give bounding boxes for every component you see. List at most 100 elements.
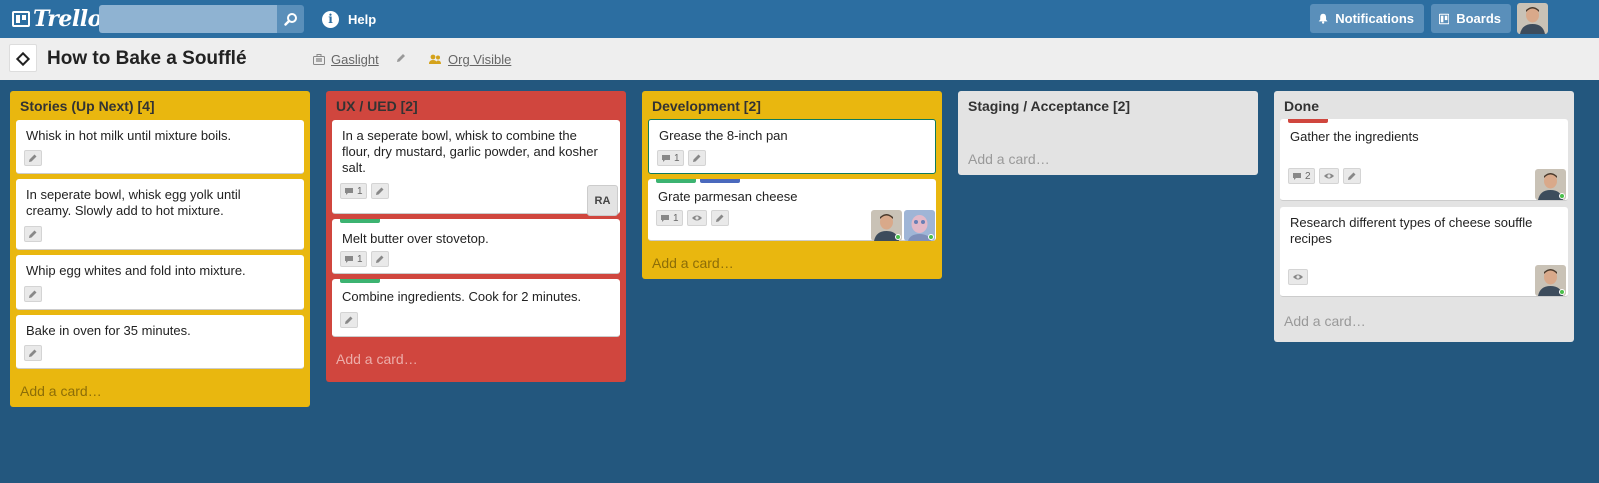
pencil-icon [375, 187, 384, 195]
comment-icon [661, 214, 669, 222]
list-title[interactable]: Done [1284, 98, 1319, 114]
watch-badge[interactable] [686, 210, 707, 226]
search-icon [283, 13, 297, 26]
list-title[interactable]: UX / UED [2] [336, 98, 418, 114]
pencil-icon [29, 154, 37, 162]
comments-badge[interactable]: 1 [340, 183, 367, 199]
watch-badge[interactable] [1288, 269, 1308, 285]
online-status-dot [1559, 289, 1565, 295]
edit-button[interactable] [370, 183, 389, 199]
red-label [1288, 119, 1328, 123]
edit-button[interactable] [24, 286, 42, 302]
comments-badge[interactable]: 2 [1288, 168, 1315, 184]
edit-button[interactable] [370, 251, 389, 267]
card-title: Whisk in hot milk until mixture boils. [26, 128, 232, 143]
member-avatar[interactable] [1535, 169, 1566, 200]
boards-icon [1439, 13, 1450, 24]
list-title[interactable]: Stories (Up Next) [4] [20, 98, 155, 114]
comment-count: 2 [1305, 170, 1311, 182]
add-card-link[interactable]: Add a card… [20, 383, 102, 399]
card-title: Whip egg whites and fold into mixture. [26, 263, 246, 278]
green-label [340, 219, 380, 223]
card-badges [24, 286, 46, 302]
notifications-label: Notifications [1335, 11, 1414, 26]
edit-button[interactable] [340, 312, 358, 328]
search-button[interactable] [277, 5, 304, 33]
list-title[interactable]: Staging / Acceptance [2] [968, 98, 1130, 114]
pencil-icon [345, 316, 353, 324]
card-title: Grease the 8-inch pan [659, 128, 788, 143]
list-development: Development [2] Grease the 8-inch pan 1 … [642, 91, 942, 279]
watch-badge[interactable] [1318, 168, 1339, 184]
list-title[interactable]: Development [2] [652, 98, 761, 114]
edit-button[interactable] [687, 150, 706, 166]
card-title: Research different types of cheese souff… [1290, 215, 1533, 246]
trello-logo-icon [12, 11, 30, 27]
card-badges: 2 [1288, 168, 1365, 184]
online-status-dot [928, 234, 934, 240]
edit-button[interactable] [1342, 168, 1361, 184]
online-status-dot [1559, 193, 1565, 199]
bell-icon [1318, 13, 1328, 24]
board-header: How to Bake a Soufflé Gaslight Org Visib… [0, 38, 1599, 80]
comments-badge[interactable]: 1 [656, 210, 683, 226]
notifications-button[interactable]: Notifications [1310, 4, 1424, 33]
member-avatar[interactable] [871, 210, 902, 241]
comments-badge[interactable]: 1 [657, 150, 684, 166]
org-name: Gaslight [331, 52, 379, 67]
pencil-icon [375, 255, 384, 263]
card-title: In a seperate bowl, whisk to combine the… [342, 128, 598, 175]
member-avatar[interactable] [1535, 265, 1566, 296]
edit-button[interactable] [710, 210, 729, 226]
card-badges [340, 312, 362, 328]
member-avatar[interactable] [904, 210, 935, 241]
edit-button[interactable] [24, 226, 42, 242]
edit-button[interactable] [24, 345, 42, 361]
org-link[interactable]: Gaslight [313, 52, 379, 67]
card[interactable]: Combine ingredients. Cook for 2 minutes. [332, 279, 620, 337]
card-badges: 1 [656, 210, 733, 226]
pencil-icon [29, 230, 37, 238]
search-input[interactable] [99, 5, 277, 33]
comment-count: 1 [673, 212, 679, 224]
add-card-link[interactable]: Add a card… [1284, 313, 1366, 329]
card-badges [24, 150, 46, 166]
card[interactable]: Melt butter over stovetop. 1 [332, 219, 620, 274]
card[interactable]: Bake in oven for 35 minutes. [16, 315, 304, 369]
card[interactable]: Research different types of cheese souff… [1280, 207, 1568, 297]
boards-button[interactable]: Boards [1431, 4, 1511, 33]
card[interactable]: In seperate bowl, whisk egg yolk until c… [16, 179, 304, 250]
pencil-icon[interactable] [395, 52, 407, 64]
card[interactable]: Grease the 8-inch pan 1 [648, 119, 936, 174]
visibility-link[interactable]: Org Visible [428, 52, 511, 67]
card-badges [24, 226, 46, 242]
user-avatar[interactable] [1517, 3, 1548, 34]
comment-count: 1 [357, 185, 363, 197]
add-card-link[interactable]: Add a card… [652, 255, 734, 271]
card[interactable]: In a seperate bowl, whisk to combine the… [332, 120, 620, 216]
add-card-link[interactable]: Add a card… [336, 351, 418, 367]
member-avatar-initials[interactable]: RA [587, 185, 618, 216]
eye-icon [1293, 274, 1303, 280]
edit-button[interactable] [24, 150, 42, 166]
top-header: Trello i Help Notifications Boards [0, 0, 1599, 38]
help-button[interactable]: i Help [322, 10, 376, 28]
add-card-link[interactable]: Add a card… [968, 151, 1050, 167]
trello-logo[interactable]: Trello [12, 6, 102, 32]
card-badges [1288, 269, 1312, 285]
help-label: Help [348, 11, 377, 27]
card[interactable]: Whisk in hot milk until mixture boils. [16, 120, 304, 174]
org-logo[interactable] [9, 44, 37, 72]
pencil-icon [715, 214, 724, 222]
card[interactable]: Whip egg whites and fold into mixture. [16, 255, 304, 310]
comments-badge[interactable]: 1 [340, 251, 367, 267]
eye-icon [691, 215, 702, 221]
card-title: Grate parmesan cheese [658, 189, 798, 204]
blue-label [700, 179, 740, 183]
card[interactable]: Gather the ingredients 2 [1280, 119, 1568, 201]
board-title[interactable]: How to Bake a Soufflé [47, 48, 247, 70]
eye-icon [1323, 173, 1334, 179]
card[interactable]: Grate parmesan cheese 1 [648, 179, 936, 241]
visibility-label: Org Visible [448, 52, 512, 67]
boards-label: Boards [1456, 11, 1501, 26]
